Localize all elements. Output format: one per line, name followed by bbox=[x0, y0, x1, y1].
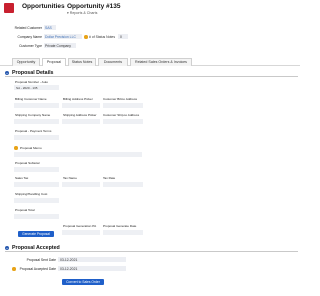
proposal-total-label: Proposal Total bbox=[15, 208, 35, 212]
payment-terms-label: Proposal - Payment Terms bbox=[15, 129, 52, 133]
shipping-company-name-field[interactable] bbox=[14, 119, 59, 124]
tab-status-notes[interactable]: Status Notes bbox=[68, 58, 96, 66]
company-name-value[interactable]: Dollar Precision LLC bbox=[45, 35, 76, 39]
billing-address-picker-label: Billing Address Picker bbox=[63, 97, 93, 101]
proposal-accepted-header[interactable]: – Proposal Accepted bbox=[5, 245, 298, 252]
billing-customer-name-label: Billing Customer Name bbox=[15, 97, 47, 101]
tax-rate-label: Tax Rate bbox=[103, 176, 116, 180]
tax-rate-field[interactable] bbox=[103, 182, 143, 187]
sent-date-label: Proposal Sent Date bbox=[26, 258, 56, 262]
collapse-icon[interactable]: – bbox=[5, 71, 9, 75]
tab-proposal[interactable]: Proposal bbox=[42, 58, 66, 66]
accepted-date-value[interactable]: 03-12-2021 bbox=[60, 267, 77, 271]
status-notes-value: 0 bbox=[120, 35, 122, 39]
proposal-total-field bbox=[14, 214, 59, 219]
tab-opportunity[interactable]: Opportunity bbox=[12, 58, 40, 66]
tab-related-orders[interactable]: Related Sales Orders & Invoices bbox=[130, 58, 192, 66]
customer-ship-to-label: Customer Ship-to Address bbox=[103, 113, 140, 117]
customer-type-label: Customer Type bbox=[19, 44, 42, 48]
generate-proposal-button[interactable]: Generate Proposal bbox=[18, 231, 54, 237]
proposal-memo-field[interactable] bbox=[14, 152, 142, 157]
required-icon bbox=[84, 35, 88, 39]
required-icon bbox=[12, 267, 16, 271]
customer-bill-to-label: Customer Bill-to Address bbox=[103, 97, 138, 101]
customer-ship-to-field[interactable] bbox=[103, 119, 143, 124]
generate-date-field bbox=[103, 230, 143, 235]
related-customer-label: Related Customer bbox=[14, 26, 42, 30]
proposal-details-title: Proposal Details bbox=[12, 70, 54, 76]
proposal-subtotal-label: Proposal Subtotal bbox=[15, 161, 40, 165]
shipping-company-name-label: Shipping Company Name bbox=[15, 113, 51, 117]
breadcrumb-separator: › bbox=[61, 3, 64, 10]
proposal-memo-label: Proposal Memo bbox=[20, 146, 42, 150]
tax-name-label: Tax Name bbox=[63, 176, 77, 180]
page-title: Opportunity #135 bbox=[67, 3, 121, 10]
company-name-label: Company Name bbox=[17, 35, 43, 39]
status-notes-label: # of Status Notes bbox=[89, 35, 116, 39]
proposal-number-value: SA - 2020 - 135 bbox=[16, 86, 38, 90]
generation-pa-field bbox=[62, 230, 100, 235]
generation-pa-label: Proposal Generation PA bbox=[63, 224, 97, 228]
customer-type-value[interactable]: Private Company bbox=[45, 44, 71, 48]
proposal-subtotal-field bbox=[14, 167, 59, 172]
billing-address-picker-field[interactable] bbox=[62, 103, 100, 108]
proposal-number-label: Proposal Number - Auto bbox=[15, 80, 49, 84]
sent-date-value[interactable]: 03-12-2021 bbox=[60, 258, 77, 262]
app-logo-icon bbox=[4, 3, 14, 13]
customer-bill-to-field[interactable] bbox=[103, 103, 143, 108]
shipping-address-picker-label: Shipping Address Picker bbox=[63, 113, 97, 117]
collapse-icon[interactable]: – bbox=[5, 246, 9, 250]
generate-date-label: Proposal Generate Date bbox=[103, 224, 137, 228]
shipping-handling-label: Shipping/Handling Cost bbox=[15, 192, 48, 196]
breadcrumb-opportunities[interactable]: Opportunities bbox=[22, 3, 65, 10]
shipping-handling-field[interactable] bbox=[14, 198, 59, 203]
proposal-details-header[interactable]: – Proposal Details bbox=[5, 70, 298, 77]
proposal-accepted-title: Proposal Accepted bbox=[12, 245, 60, 251]
billing-customer-name-field[interactable] bbox=[14, 103, 59, 108]
convert-to-sales-order-button[interactable]: Convert to Sales Order bbox=[62, 279, 104, 285]
sales-tax-label: Sales Tax bbox=[15, 176, 29, 180]
reports-charts-link[interactable]: ▾ Reports & Charts bbox=[67, 11, 97, 15]
accepted-date-label: Proposal Accepted Date bbox=[19, 267, 56, 271]
payment-terms-field[interactable] bbox=[14, 135, 59, 140]
required-icon bbox=[14, 146, 18, 150]
sales-tax-field bbox=[14, 182, 59, 187]
tax-name-field[interactable] bbox=[62, 182, 100, 187]
tab-documents[interactable]: Documents bbox=[98, 58, 128, 66]
shipping-address-picker-field[interactable] bbox=[62, 119, 100, 124]
related-customer-value[interactable]: SAS bbox=[45, 26, 52, 30]
